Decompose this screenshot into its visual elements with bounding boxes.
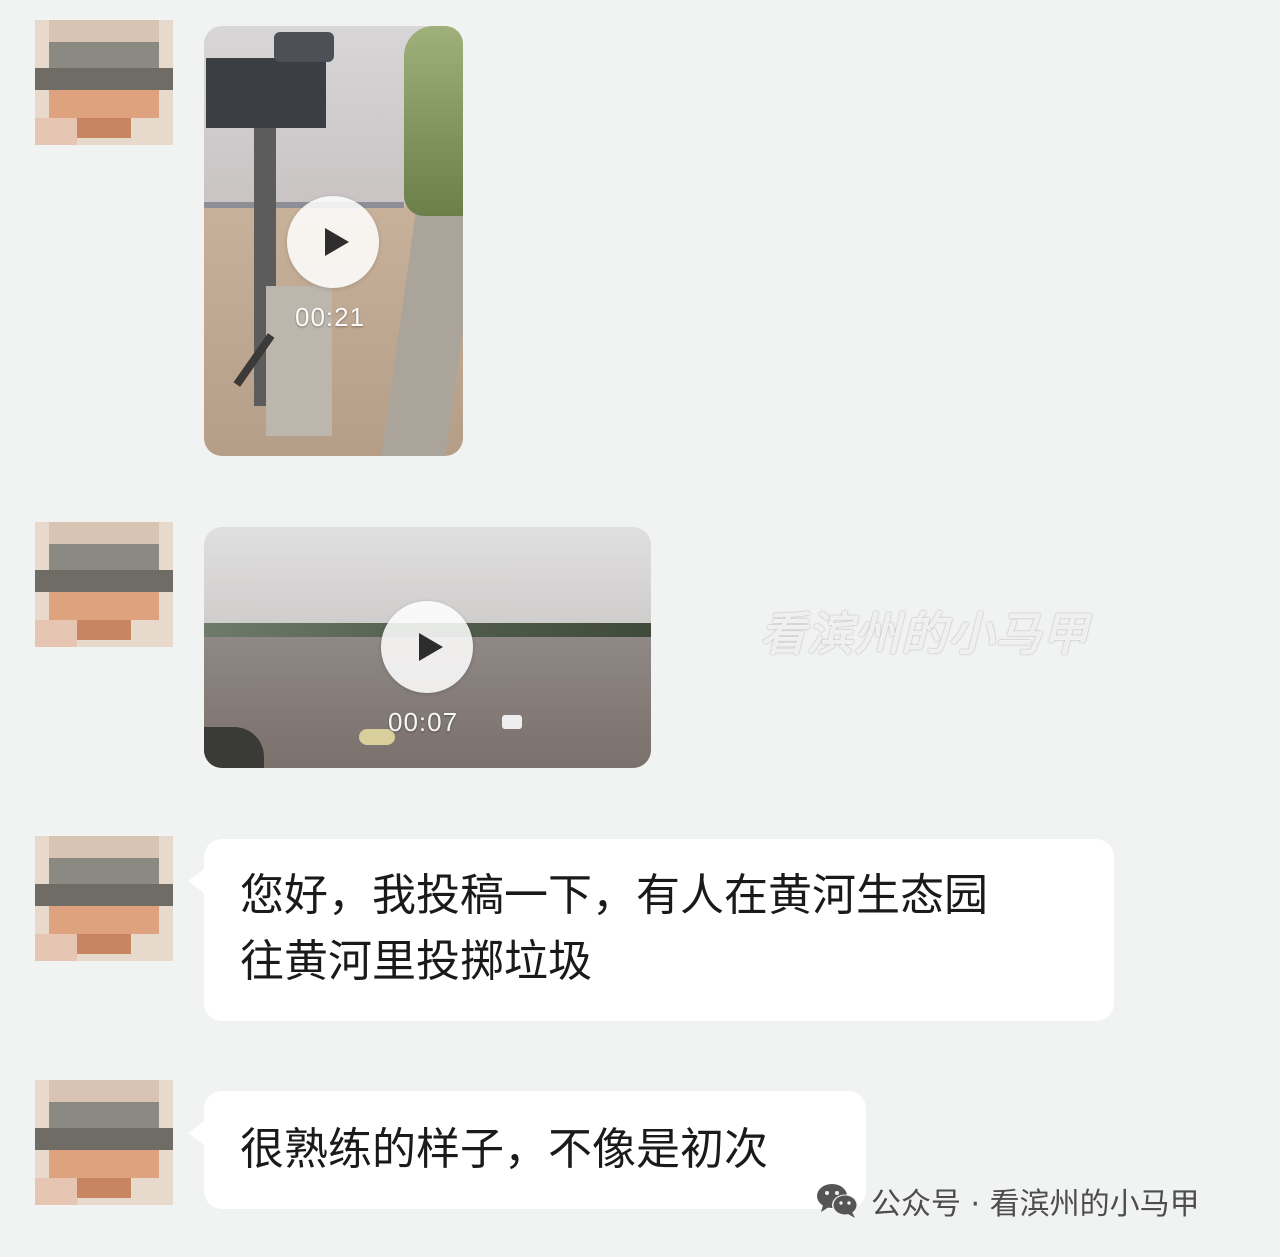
bubble-tail bbox=[188, 869, 204, 893]
attribution-label: 公众号 · 看滨州的小马甲 bbox=[871, 1187, 1200, 1222]
video-thumbnail[interactable]: 00:07 bbox=[204, 527, 651, 768]
video-duration: 00:07 bbox=[388, 707, 459, 737]
video-duration: 00:21 bbox=[295, 302, 366, 332]
video-thumbnail[interactable]: 00:21 bbox=[204, 26, 463, 456]
message-line: 往黄河里投掷垃圾 bbox=[240, 936, 592, 987]
play-icon bbox=[419, 633, 443, 661]
play-icon bbox=[325, 228, 349, 256]
avatar[interactable] bbox=[35, 522, 173, 647]
message-line: 您好，我投稿一下，有人在黄河生态园 bbox=[240, 870, 988, 921]
message-bubble[interactable]: 很熟练的样子，不像是初次 bbox=[188, 1091, 866, 1209]
wechat-icon bbox=[815, 1181, 861, 1221]
avatar[interactable] bbox=[35, 1080, 173, 1205]
source-attribution: 公众号 · 看滨州的小马甲 bbox=[815, 1180, 1200, 1222]
watermark: 看滨州的小马甲 bbox=[760, 607, 1089, 661]
play-button[interactable] bbox=[381, 601, 473, 693]
message-bubble[interactable]: 您好，我投稿一下，有人在黄河生态园 往黄河里投掷垃圾 bbox=[188, 839, 1114, 1021]
message-line: 很熟练的样子，不像是初次 bbox=[240, 1124, 768, 1175]
play-button[interactable] bbox=[287, 196, 379, 288]
avatar[interactable] bbox=[35, 20, 173, 145]
bubble-tail bbox=[188, 1121, 204, 1145]
avatar[interactable] bbox=[35, 836, 173, 961]
